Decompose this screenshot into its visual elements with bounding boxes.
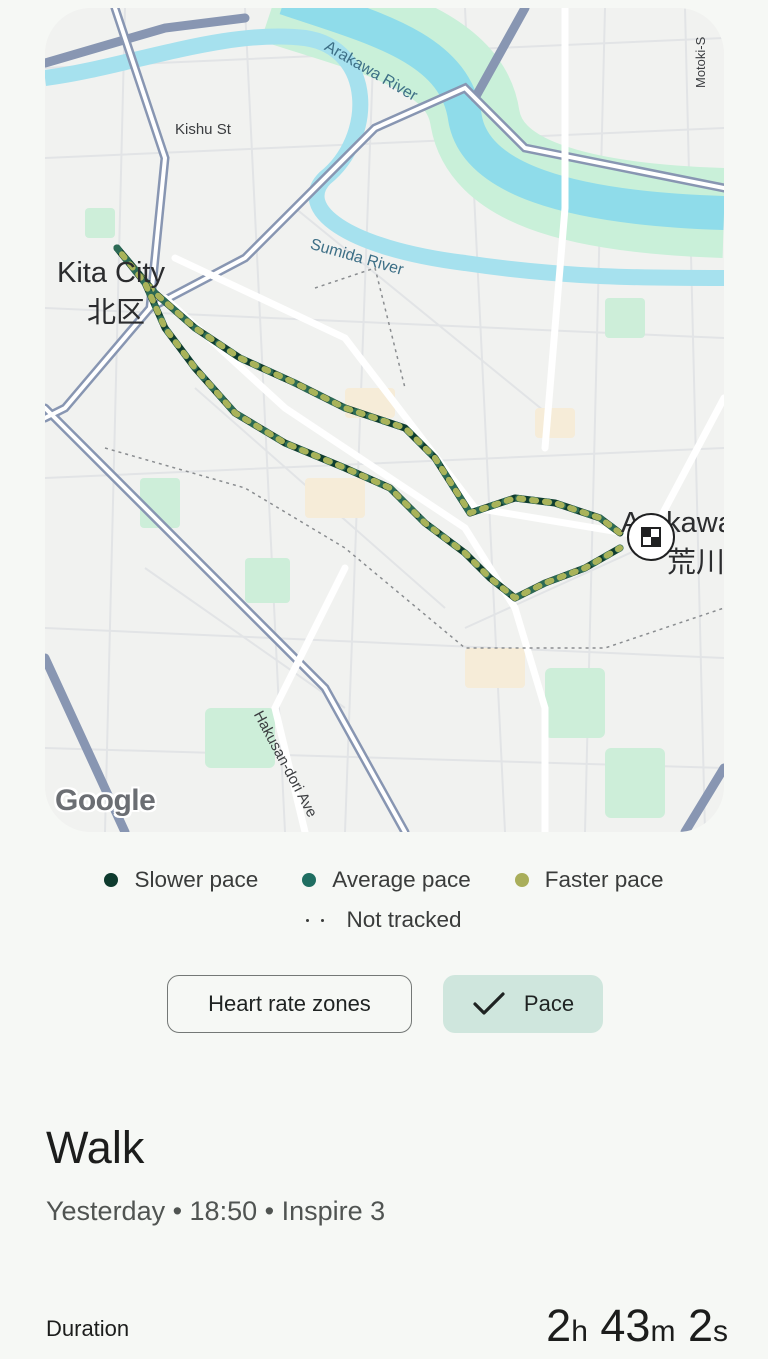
finish-flag-icon[interactable] bbox=[627, 513, 675, 561]
duration-minutes: 43 bbox=[600, 1300, 651, 1351]
route-map[interactable]: Arakawa River Sumida River Kishu St Moto… bbox=[45, 8, 724, 832]
average-pace-dot bbox=[302, 873, 317, 887]
arakawa-jp-label: 荒川 bbox=[667, 547, 724, 579]
duration-hours: 2 bbox=[546, 1300, 572, 1351]
pace-legend: Slower pace Average pace Faster pace Not… bbox=[0, 860, 768, 940]
google-attribution: Google bbox=[55, 784, 156, 817]
motoki-label: Motoki-S bbox=[693, 36, 708, 88]
average-pace-label: Average pace bbox=[332, 867, 471, 892]
kishu-st-label: Kishu St bbox=[175, 121, 231, 138]
legend-average: Average pace bbox=[302, 867, 471, 893]
activity-title: Walk bbox=[46, 1122, 145, 1173]
activity-subtitle: Yesterday • 18:50 • Inspire 3 bbox=[46, 1196, 386, 1226]
kita-city-jp-label: 北区 bbox=[87, 297, 146, 329]
legend-faster: Faster pace bbox=[514, 867, 664, 893]
pace-button[interactable]: Pace bbox=[443, 975, 603, 1033]
not-tracked-label: Not tracked bbox=[346, 907, 462, 932]
not-tracked-dots-icon bbox=[306, 918, 325, 922]
map-canvas bbox=[45, 8, 724, 832]
duration-minutes-unit: m bbox=[650, 1315, 676, 1348]
duration-seconds: 2 bbox=[687, 1300, 713, 1351]
duration-hours-unit: h bbox=[571, 1315, 588, 1348]
heart-rate-zones-label: Heart rate zones bbox=[208, 991, 371, 1016]
slower-pace-dot bbox=[104, 873, 119, 887]
heart-rate-zones-button[interactable]: Heart rate zones bbox=[167, 975, 412, 1033]
duration-seconds-unit: s bbox=[713, 1315, 728, 1348]
kita-city-label: Kita City bbox=[57, 257, 165, 289]
slower-pace-label: Slower pace bbox=[134, 867, 259, 892]
legend-not-tracked: Not tracked bbox=[306, 907, 462, 933]
pace-label: Pace bbox=[523, 991, 575, 1016]
legend-slower: Slower pace bbox=[104, 867, 258, 893]
faster-pace-dot bbox=[514, 873, 529, 887]
faster-pace-label: Faster pace bbox=[544, 867, 664, 892]
check-icon bbox=[472, 991, 506, 1017]
duration-value: 2h 43m 2s bbox=[546, 1300, 728, 1352]
duration-label: Duration bbox=[46, 1316, 130, 1341]
